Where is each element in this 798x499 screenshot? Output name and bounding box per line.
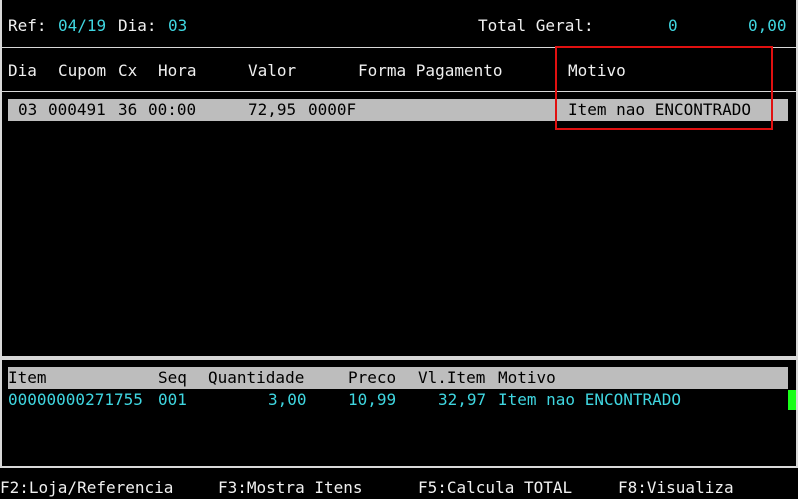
col-dia-header: Dia bbox=[8, 61, 37, 80]
col-forma-pagamento-header: Forma Pagamento bbox=[358, 61, 503, 80]
total-count: 0 bbox=[668, 16, 678, 35]
item-preco: 10,99 bbox=[348, 390, 397, 409]
col-valor-header: Valor bbox=[248, 61, 297, 80]
ref-value: 04/19 bbox=[58, 16, 107, 35]
row-cx: 36 bbox=[118, 100, 138, 119]
dia-label: Dia: bbox=[118, 16, 157, 35]
item-code: 00000000271755 bbox=[8, 390, 143, 409]
item-vl-item: 32,97 bbox=[438, 390, 487, 409]
f8-visualiza-key[interactable]: F8:Visualiza bbox=[618, 478, 734, 498]
item-seq: 001 bbox=[158, 390, 187, 409]
col-hora-header: Hora bbox=[158, 61, 197, 80]
total-geral-label: Total Geral: bbox=[478, 16, 594, 35]
f3-mostra-itens-key[interactable]: F3:Mostra Itens bbox=[218, 478, 363, 498]
terminal-cursor bbox=[788, 390, 796, 410]
row-cupom: 000491 bbox=[48, 100, 106, 119]
item-quantidade: 3,00 bbox=[268, 390, 307, 409]
item-motivo: Item nao ENCONTRADO bbox=[498, 390, 682, 409]
col-seq-header: Seq bbox=[158, 368, 187, 387]
list-item[interactable]: 00000000271755 001 3,00 10,99 32,97 Item… bbox=[8, 390, 788, 410]
col-item-header: Item bbox=[8, 368, 47, 387]
f2-loja-referencia-key[interactable]: F2:Loja/Referencia bbox=[0, 478, 173, 498]
motivo-highlight-box bbox=[555, 46, 773, 130]
col-cupom-header: Cupom bbox=[58, 61, 107, 80]
row-valor: 72,95 bbox=[248, 100, 297, 119]
col-vl-item-header: Vl.Item bbox=[418, 368, 486, 387]
items-header-bar: Item Seq Quantidade Preco Vl.Item Motivo bbox=[8, 367, 788, 389]
ref-label: Ref: bbox=[8, 16, 47, 35]
row-forma: 0000F bbox=[308, 100, 357, 119]
col-quantidade-header: Quantidade bbox=[208, 368, 305, 387]
dia-value: 03 bbox=[168, 16, 188, 35]
col-motivo-item-header: Motivo bbox=[498, 368, 556, 387]
total-value: 0,00 bbox=[748, 16, 787, 35]
row-dia: 03 bbox=[18, 100, 38, 119]
f5-calcula-total-key[interactable]: F5:Calcula TOTAL bbox=[418, 478, 572, 498]
row-hora: 00:00 bbox=[148, 100, 197, 119]
col-cx-header: Cx bbox=[118, 61, 138, 80]
col-preco-header: Preco bbox=[348, 368, 397, 387]
